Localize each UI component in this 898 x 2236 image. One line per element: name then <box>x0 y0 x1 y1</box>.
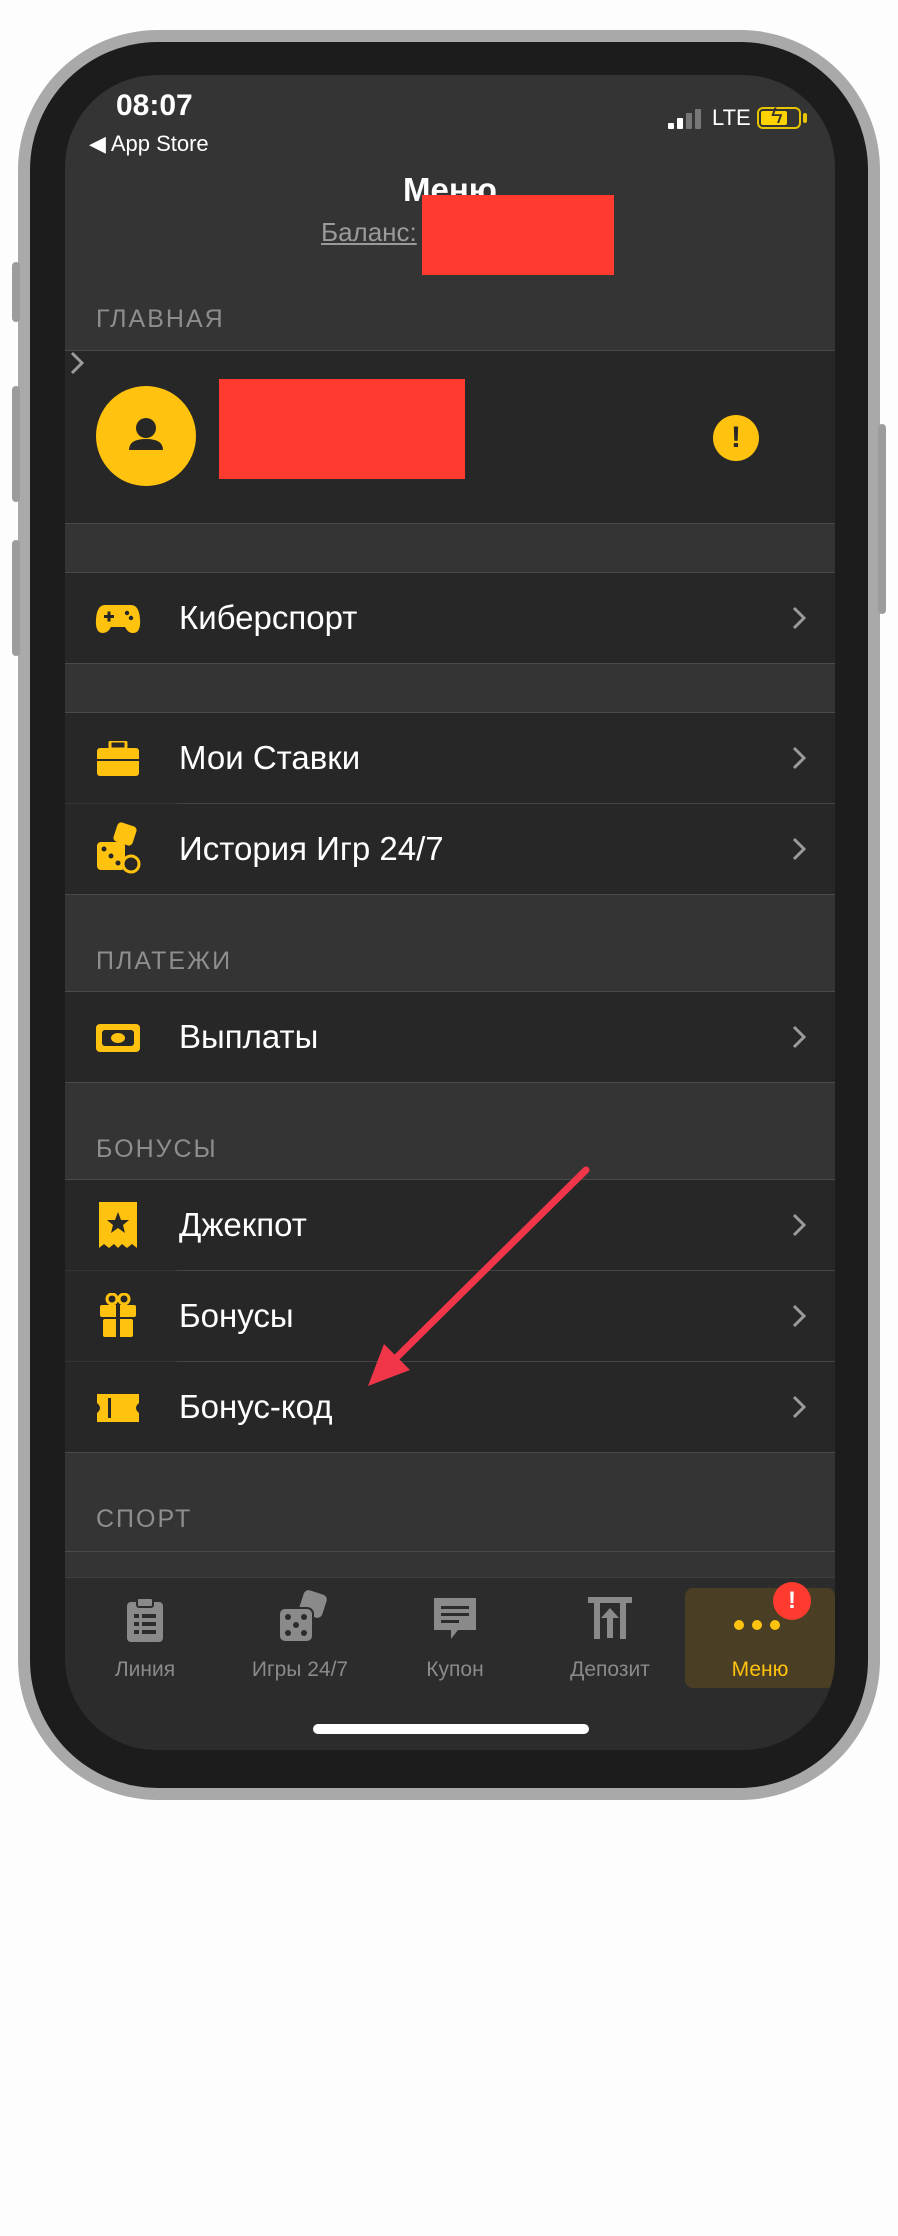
tab-menu[interactable]: ! Меню <box>685 1582 835 1688</box>
divider <box>65 523 835 524</box>
gamepad-icon <box>95 605 141 633</box>
power-button <box>878 424 886 614</box>
menu-item-bonuses[interactable]: Бонусы <box>65 1271 835 1361</box>
menu-item-label: Бонусы <box>179 1297 294 1334</box>
chevron-right-icon <box>792 1213 807 1237</box>
menu-item-label: Выплаты <box>179 1018 319 1055</box>
profile-row[interactable]: ! <box>65 351 835 523</box>
balance-link[interactable]: Баланс: <box>321 217 417 248</box>
side-button <box>12 262 20 322</box>
volume-down-button <box>12 540 20 656</box>
chevron-right-icon <box>792 606 807 630</box>
menu-item-label: Джекпот <box>179 1206 307 1243</box>
chevron-right-icon <box>70 351 85 375</box>
chevron-right-icon <box>792 1025 807 1049</box>
receipt-icon <box>434 1598 476 1639</box>
battery-cap <box>803 113 807 123</box>
tab-line[interactable]: Линия <box>70 1588 220 1688</box>
menu-item-game-history[interactable]: История Игр 24/7 <box>65 804 835 894</box>
clipboard-icon <box>127 1597 163 1642</box>
ticket-icon <box>97 1394 139 1422</box>
dice-history-icon <box>97 822 141 874</box>
more-icon <box>734 1620 780 1630</box>
menu-item-label: Мои Ставки <box>179 739 361 776</box>
divider <box>65 894 835 895</box>
status-time: 08:07 <box>116 89 193 122</box>
chevron-right-icon <box>792 746 807 770</box>
cash-icon <box>96 1024 140 1052</box>
briefcase-icon <box>97 741 139 776</box>
tab-label: Купон <box>426 1658 484 1681</box>
deposit-icon <box>588 1597 632 1639</box>
user-icon <box>129 418 163 450</box>
menu-item-payouts[interactable]: Выплаты <box>65 992 835 1082</box>
volume-up-button <box>12 386 20 502</box>
tab-label: Линия <box>114 1658 176 1681</box>
divider <box>65 1452 835 1453</box>
divider <box>65 1082 835 1083</box>
menu-item-label: Бонус-код <box>179 1388 333 1425</box>
app-screen: 08:07 ◀ App Store LTE ϟ Меню Баланс: ГЛА… <box>65 75 835 1750</box>
chevron-right-icon <box>792 1395 807 1419</box>
status-bar: 08:07 ◀ App Store LTE ϟ <box>65 75 835 157</box>
redacted-balance <box>422 195 614 275</box>
jackpot-ticket-icon <box>99 1202 137 1248</box>
chevron-right-icon <box>792 1304 807 1328</box>
menu-item-bonus-code[interactable]: Бонус-код <box>65 1362 835 1452</box>
menu-item-label: История Игр 24/7 <box>179 830 444 867</box>
tab-label: Игры 24/7 <box>251 1658 349 1681</box>
battery-icon: ϟ <box>757 105 801 129</box>
avatar <box>96 386 196 486</box>
tab-coupon[interactable]: Купон <box>380 1588 530 1688</box>
menu-item-label: Киберспорт <box>179 599 358 636</box>
signal-icon <box>668 109 702 129</box>
gift-icon <box>100 1293 136 1337</box>
tab-games[interactable]: Игры 24/7 <box>225 1588 375 1688</box>
section-label-bonuses: БОНУСЫ <box>96 1135 218 1163</box>
section-label-payments: ПЛАТЕЖИ <box>96 947 233 975</box>
menu-item-my-bets[interactable]: Мои Ставки <box>65 713 835 803</box>
tab-label: Меню <box>731 1658 789 1681</box>
tab-deposit[interactable]: Депозит <box>535 1588 685 1688</box>
section-label-sport: СПОРТ <box>96 1505 193 1533</box>
menu-item-esports[interactable]: Киберспорт <box>65 573 835 663</box>
divider <box>65 1551 835 1552</box>
chevron-right-icon <box>792 837 807 861</box>
section-label-main: ГЛАВНАЯ <box>96 305 225 333</box>
home-indicator[interactable] <box>313 1724 589 1734</box>
back-to-app-store-link[interactable]: ◀ App Store <box>89 131 209 157</box>
menu-item-jackpot[interactable]: Джекпот <box>65 1180 835 1270</box>
tab-label: Депозит <box>570 1658 650 1681</box>
network-type: LTE <box>712 105 751 130</box>
divider <box>65 663 835 664</box>
dice-icon <box>278 1590 327 1643</box>
notification-badge: ! <box>773 1582 811 1620</box>
warning-icon[interactable]: ! <box>713 415 759 461</box>
redacted-username <box>219 379 465 479</box>
